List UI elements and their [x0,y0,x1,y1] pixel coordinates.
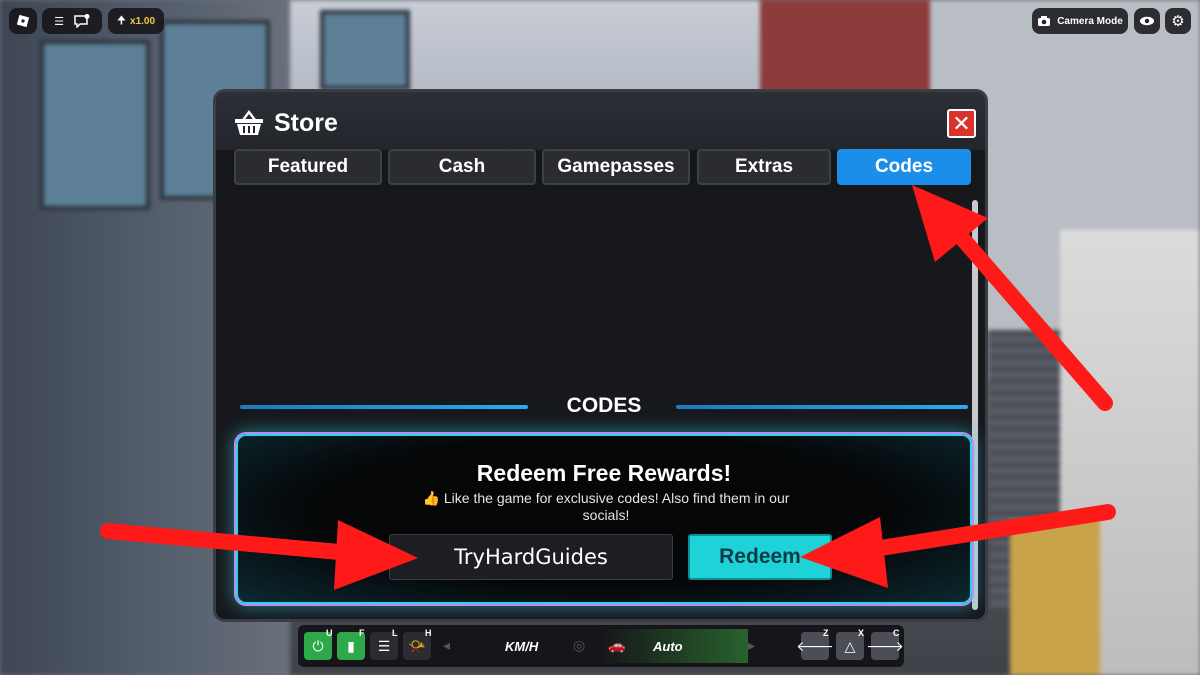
camera-mode-label: Camera Mode [1057,15,1123,27]
left-indicator-icon: ◂ [443,637,451,653]
window [320,10,410,90]
arrow-left-icon: 🡐 [796,637,834,654]
headlight-icon: ☰ [377,637,391,654]
cruise-icon: ◎ [573,637,586,653]
right-signal-button[interactable]: 🡒 C [866,628,904,660]
visibility-toggle-button[interactable] [1134,8,1160,34]
basket-icon [235,110,263,135]
tab-codes[interactable]: Codes [837,149,971,185]
heading-rule-right [676,405,968,409]
store-panel: Store ✕ Featured Cash Gamepasses Extras … [213,89,988,622]
hamburger-menu-icon[interactable]: ☰ [54,15,64,28]
yellow-wall [1010,520,1100,675]
door-icon: ▮ [347,637,355,654]
transmission-mode: Auto [653,639,683,654]
hamburger-chat-group[interactable]: ☰ [42,8,102,34]
horn-icon: 📯 [408,637,426,654]
camera-mode-button[interactable]: Camera Mode [1032,8,1128,34]
store-header: Store ✕ [216,92,985,150]
key-hint: X [858,628,865,638]
multiplier-badge[interactable]: 🠉 x1.00 [108,8,164,34]
close-icon: ✕ [952,110,971,136]
roblox-menu-button[interactable] [9,8,37,34]
hazard-triangle-icon: △ [844,637,856,654]
redeem-button[interactable]: Redeem [688,534,832,580]
code-input[interactable] [389,534,673,580]
hazard-button[interactable]: △ X [836,628,864,660]
speed-unit: KM/H [505,639,539,654]
eye-icon [1140,16,1154,26]
redeem-rewards-card: Redeem Free Rewards! 👍 Like the game for… [234,432,974,606]
key-hint: Z [823,628,829,638]
left-signal-button[interactable]: 🡐 Z [796,628,834,660]
tab-featured[interactable]: Featured [234,149,382,185]
door-button[interactable]: ▮ F [337,628,365,660]
car-warning-icon: 🚗 [608,637,626,653]
key-hint: H [425,628,432,638]
card-subtitle: 👍 Like the game for exclusive codes! Als… [422,490,790,523]
tab-gamepasses[interactable]: Gamepasses [542,149,690,185]
window [40,40,150,210]
key-hint: C [893,628,900,638]
heading-rule-left [240,405,528,409]
multiplier-value: x1.00 [130,15,156,27]
engine-power-button[interactable]: ⏻ U [304,628,333,660]
key-hint: L [392,628,398,638]
gear-icon: ⚙ [1171,13,1185,30]
key-hint: U [326,628,333,638]
key-hint: F [359,628,365,638]
arrow-right-icon: 🡒 [866,637,904,654]
horn-button[interactable]: 📯 H [403,628,432,660]
chat-icon[interactable] [74,14,90,28]
card-title: Redeem Free Rewards! [476,460,732,486]
roblox-logo-icon [16,14,30,28]
up-arrow-icon: 🠉 [116,14,127,27]
codes-section-heading: CODES [566,394,642,417]
store-title: Store [274,109,338,137]
power-icon: ⏻ [312,637,324,654]
headlights-button[interactable]: ☰ L [370,628,398,660]
vehicle-hud: ⏻ U ▮ F ☰ L 📯 H ◂ KM/H ◎ 🚗 Auto ▸ 🡐 Z △ … [298,625,904,667]
right-indicator-icon: ▸ [748,637,756,653]
close-button[interactable]: ✕ [947,109,976,138]
camera-icon [1038,16,1051,26]
tab-cash[interactable]: Cash [388,149,536,185]
settings-button[interactable]: ⚙ [1165,8,1191,34]
tab-extras[interactable]: Extras [697,149,831,185]
